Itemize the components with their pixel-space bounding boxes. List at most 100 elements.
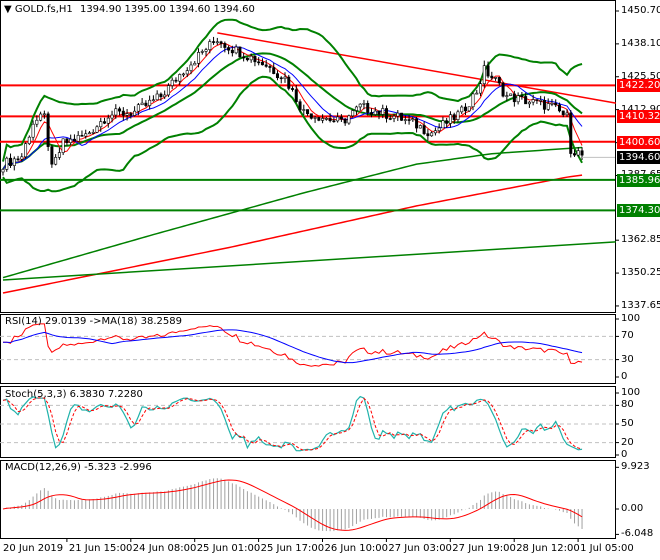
candle [475, 92, 479, 95]
candle [463, 106, 467, 112]
candle [151, 99, 155, 102]
candle [321, 118, 325, 121]
indicator-axis-label: 0.00 [621, 503, 644, 514]
candle [291, 88, 295, 90]
candle [460, 106, 464, 113]
candle [253, 55, 257, 63]
candle [385, 108, 389, 119]
candle [358, 103, 362, 108]
candle [433, 130, 437, 134]
candle [430, 132, 434, 137]
candle [328, 118, 332, 122]
candle [302, 109, 306, 111]
candle [9, 157, 13, 166]
candle [554, 102, 558, 106]
candle [118, 108, 122, 112]
candle [193, 62, 197, 66]
indicator-axis-label: 30 [621, 353, 634, 365]
candle [16, 158, 20, 161]
candle [377, 110, 381, 115]
candle [516, 95, 520, 103]
candle [99, 121, 103, 128]
candle [27, 136, 31, 144]
candle [166, 85, 170, 96]
candle [129, 113, 133, 116]
symbol-label: GOLD.fs,H1 [14, 4, 73, 15]
candle [403, 119, 407, 121]
time-axis-label: 1 Jul 05:00 [580, 543, 634, 554]
panel-frame-0 [0, 0, 616, 313]
candle [396, 112, 400, 117]
time-axis-label: 25 Jun 17:00 [260, 543, 325, 554]
candle [245, 57, 249, 61]
candle [512, 93, 516, 103]
candle [136, 104, 140, 112]
candle [275, 73, 279, 79]
candle [114, 108, 118, 116]
candle [39, 113, 43, 121]
candle [415, 118, 419, 129]
indicator-axis-label: 80 [621, 399, 634, 411]
candle [565, 112, 569, 116]
candle [482, 65, 486, 84]
candle [35, 119, 39, 125]
candle [257, 61, 261, 64]
candle [242, 56, 246, 59]
candle [238, 46, 242, 58]
indicator-axis-label: 50 [621, 418, 634, 429]
indicator-axis-label: 70 [621, 330, 634, 342]
candle [163, 94, 167, 98]
candle [411, 118, 415, 121]
candle [298, 101, 302, 111]
candle [490, 75, 494, 79]
support-level-tag: 1374.30 [617, 204, 660, 218]
candle [471, 93, 475, 108]
candle [20, 156, 24, 160]
candle [50, 146, 54, 165]
candle [110, 114, 114, 119]
candle [103, 121, 107, 124]
candle [569, 112, 573, 154]
candle [61, 138, 65, 153]
candle [452, 114, 456, 120]
candle [426, 133, 430, 137]
candle [339, 116, 343, 120]
candle [351, 110, 355, 117]
chart-canvas[interactable] [0, 0, 660, 560]
indicator-axis-label: 9.923 [621, 461, 650, 473]
candle [407, 119, 411, 121]
candle [1, 169, 5, 173]
indicator-axis-label: 20 [621, 436, 634, 448]
candle [317, 117, 321, 121]
candle [189, 64, 193, 71]
candle [223, 43, 227, 48]
indicator-axis-label: 0 [621, 371, 628, 382]
collapse-triangle-icon[interactable]: ▼ [4, 4, 12, 15]
candle [509, 93, 513, 96]
rsi-label: RSI(14) 29.0139 ->MA(18) 38.2589 [5, 316, 182, 327]
candle [212, 41, 216, 43]
candle [230, 49, 234, 54]
candle [208, 41, 212, 50]
candle [467, 106, 471, 112]
candle [31, 123, 35, 138]
candle [580, 150, 584, 156]
macd-label: MACD(12,26,9) -5.323 -2.996 [5, 462, 152, 473]
candle [497, 77, 501, 84]
resistance-level-tag: 1400.60 [617, 135, 660, 149]
candle [550, 102, 554, 105]
indicator-axis-label: 100 [621, 313, 641, 324]
indicator-axis-label: 100 [621, 387, 641, 398]
time-axis-label: 27 Jun 03:00 [388, 543, 452, 554]
candle [155, 93, 159, 101]
resistance-level-tag: 1410.32 [617, 110, 660, 124]
candle [200, 51, 204, 53]
candle [388, 118, 392, 120]
candle [354, 106, 358, 111]
candle [520, 95, 524, 98]
stoch-label: Stoch(5,3,3) 6.3830 7.2280 [5, 389, 143, 400]
candle [501, 82, 505, 97]
candle [366, 103, 370, 113]
price-axis-label: 1337.65 [621, 299, 660, 311]
candle [279, 77, 283, 80]
